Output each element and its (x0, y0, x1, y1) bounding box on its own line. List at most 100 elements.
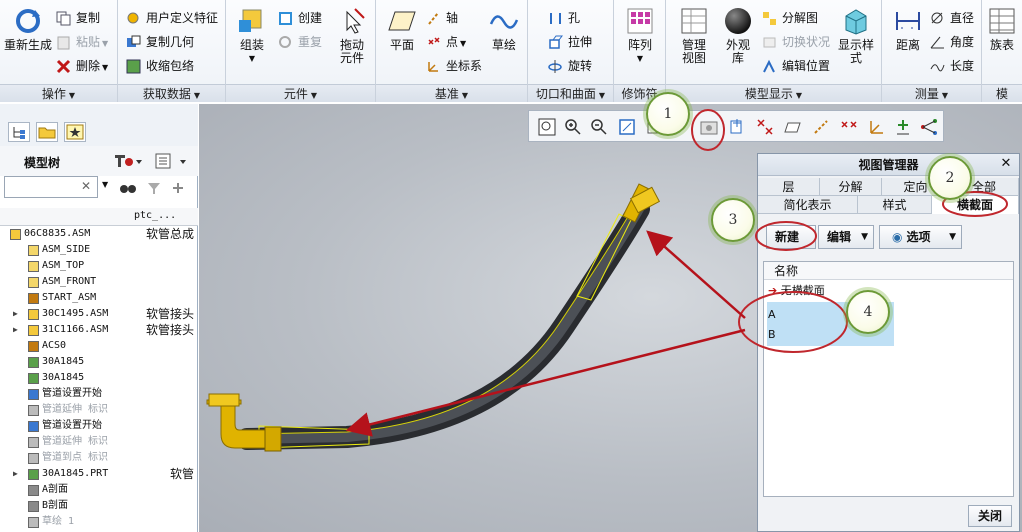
tree-search-tools[interactable] (118, 180, 196, 196)
group-label-datum[interactable]: 基准 ▼ (376, 84, 527, 102)
sketch-button[interactable]: 草绘 (478, 6, 530, 52)
tree-row[interactable]: 草绘 1 (0, 514, 198, 530)
group-label-model-display[interactable]: 模型显示 ▼ (666, 84, 881, 102)
distance-button[interactable]: 距离 (882, 6, 934, 52)
tree-row[interactable]: 管道设置开始 (0, 418, 198, 434)
group-label-model-intent[interactable]: 模 (982, 84, 1022, 102)
revolve-button[interactable]: 旋转 (548, 56, 592, 76)
plane-button[interactable]: 平面 (376, 6, 428, 52)
assemble-button[interactable]: 组装 ▼ (226, 6, 278, 65)
datum-planes-icon[interactable] (783, 117, 803, 137)
group-label-component[interactable]: 元件 ▼ (226, 84, 375, 102)
datum-points-icon[interactable] (755, 117, 775, 137)
tree-row[interactable]: ASM_SIDE (0, 242, 198, 258)
new-button[interactable]: 新建 (766, 225, 816, 249)
shrinkwrap-button[interactable]: 收缩包络 (126, 56, 194, 76)
udf-button[interactable]: 用户定义特征 (126, 8, 218, 28)
tree-row[interactable]: 06C8835.ASM 软管总成 (0, 226, 198, 242)
tree-column-ptc[interactable]: ptc_... (134, 210, 176, 221)
model-tree-tab[interactable] (8, 122, 30, 142)
zoom-in-icon[interactable] (563, 117, 583, 137)
tree-item-icon (28, 245, 39, 256)
tree-row[interactable]: 30A1845 (0, 354, 198, 370)
family-table-button[interactable]: 族表 (976, 6, 1022, 52)
tab-simplified-rep[interactable]: 简化表示 (758, 196, 858, 214)
favorites-tab[interactable] (64, 122, 86, 142)
group-label-operations[interactable]: 操作 ▼ (0, 84, 117, 102)
search-dropdown-icon[interactable]: ▼ (102, 180, 108, 189)
tree-show-icon[interactable] (154, 152, 194, 170)
tree-row[interactable]: ▶ 30A1845.PRT 软管 (0, 466, 198, 482)
tree-row[interactable]: 管道设置开始 (0, 386, 198, 402)
tab-layers[interactable]: 层 (758, 178, 820, 196)
expand-arrow-icon[interactable]: ▶ (13, 306, 18, 322)
toggle-state-button[interactable]: 切换状况 (762, 32, 830, 52)
repaint-icon[interactable] (617, 117, 637, 137)
drag-component-button[interactable]: 拖动元件 (326, 6, 378, 65)
point-display-icon[interactable] (839, 117, 859, 137)
copy-geometry-button[interactable]: 复制几何 (126, 32, 194, 52)
left-fitting[interactable] (206, 393, 282, 452)
group-label-cut-surface[interactable]: 切口和曲面 ▼ (528, 84, 613, 102)
tab-style[interactable]: 样式 (858, 196, 932, 214)
tab-explode[interactable]: 分解 (820, 178, 882, 196)
refit-icon[interactable] (537, 117, 557, 137)
diameter-button[interactable]: 直径 (930, 8, 974, 28)
tree-settings-icon[interactable] (112, 152, 144, 170)
spin-center-icon[interactable] (919, 117, 939, 137)
tree-row[interactable]: ASM_TOP (0, 258, 198, 274)
extrude-button[interactable]: 拉伸 (548, 32, 592, 52)
group-label-measure[interactable]: 测量 ▼ (882, 84, 981, 102)
tree-row[interactable]: START_ASM (0, 290, 198, 306)
tree-row[interactable]: A剖面 (0, 482, 198, 498)
paste-button[interactable]: 粘贴 ▼ (56, 32, 108, 52)
tree-row[interactable]: 30A1845 (0, 370, 198, 386)
edit-button[interactable]: 编辑 ▼ (818, 225, 874, 249)
ribbon: 重新生成 复制 粘贴 ▼ 删除 ▼ 操作 ▼ 用户定义特征 复制几何 收缩包络 获取数… (0, 0, 1022, 102)
display-style-button[interactable]: 显示样式 (830, 6, 882, 65)
length-button[interactable]: 长度 (930, 56, 974, 76)
point-button[interactable]: 点 ▼ (426, 32, 466, 52)
edit-position-button[interactable]: 编辑位置 (762, 56, 830, 76)
pattern-button[interactable]: 阵列 ▼ (614, 6, 666, 65)
delete-button[interactable]: 删除 ▼ (56, 56, 108, 76)
tree-item-param: 软管总成 (146, 227, 195, 241)
create-component-button[interactable]: 创建 (278, 8, 322, 28)
axis-button[interactable]: 轴 (426, 8, 458, 28)
tree-row[interactable]: ▶ 30C1495.ASM 软管接头 (0, 306, 198, 322)
appearance-library-button[interactable]: 外观库 (712, 6, 764, 65)
annotation-display-icon[interactable] (893, 117, 913, 137)
exploded-view-button[interactable]: 分解图 (762, 8, 818, 28)
datum-axes-icon[interactable] (811, 117, 831, 137)
folder-browser-tab[interactable] (36, 122, 58, 142)
angle-button[interactable]: 角度 (930, 32, 974, 52)
clear-search-icon[interactable]: ✕ (81, 179, 91, 193)
expand-arrow-icon[interactable]: ▶ (13, 322, 18, 338)
expand-arrow-icon[interactable]: ▶ (13, 466, 18, 482)
close-button[interactable]: 关闭 (968, 505, 1012, 527)
tree-search-input[interactable]: ✕ (4, 176, 98, 198)
tree-row[interactable]: ACS0 (0, 338, 198, 354)
group-label-get-data[interactable]: 获取数据 ▼ (118, 84, 225, 102)
tree-row[interactable]: ▶ 31C1166.ASM 软管接头 (0, 322, 198, 338)
view-manager-small-icon[interactable] (727, 117, 747, 137)
hole-button[interactable]: 孔 (548, 8, 580, 28)
list-item-section-b[interactable]: B (768, 326, 776, 344)
saved-views-icon[interactable] (699, 117, 719, 137)
zoom-out-icon[interactable] (589, 117, 609, 137)
list-item-section-a[interactable]: A (768, 306, 776, 324)
tree-item-icon (28, 373, 39, 384)
tree-row[interactable]: B剖面 (0, 498, 198, 514)
tree-row[interactable]: 管道延伸 标识 (0, 434, 198, 450)
copy-button[interactable]: 复制 (56, 8, 100, 28)
close-icon[interactable]: ✕ (997, 155, 1015, 173)
tree-row[interactable]: 管道延伸 标识 (0, 402, 198, 418)
repeat-button[interactable]: 重复 (278, 32, 322, 52)
options-button[interactable]: ◉ 选项 ▼ (879, 225, 962, 249)
regenerate-button[interactable]: 重新生成 (2, 6, 54, 52)
csys-button[interactable]: 坐标系 (426, 56, 482, 76)
tree-row[interactable]: 管道到点 标识 (0, 450, 198, 466)
tree-row[interactable]: ASM_FRONT (0, 274, 198, 290)
csys-display-icon[interactable] (867, 117, 887, 137)
list-item-no-section[interactable]: ➔ 无横截面 (768, 282, 825, 300)
